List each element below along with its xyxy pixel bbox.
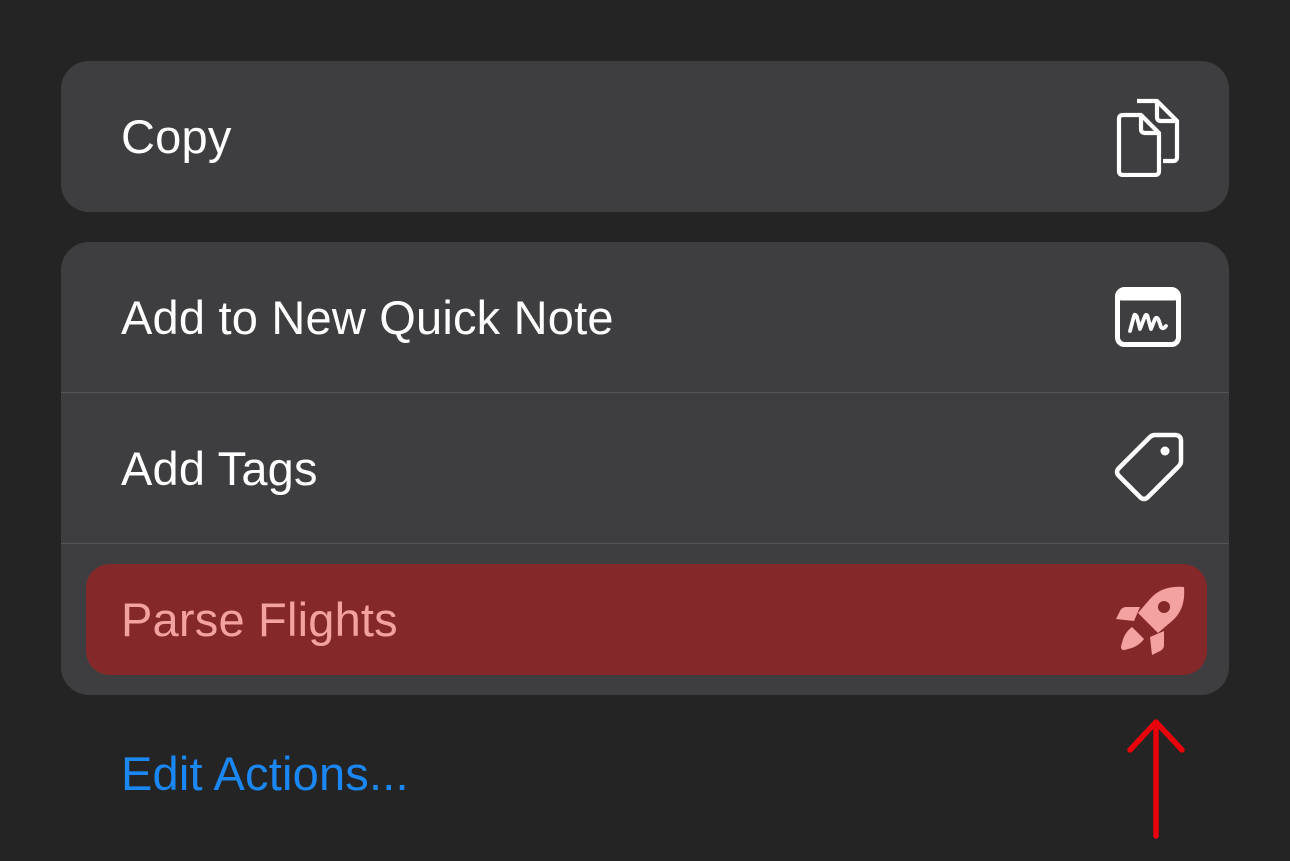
menu-item-copy[interactable]: Copy — [61, 61, 1229, 211]
actions-group: Add to New Quick Note Add Tags Parse Fli… — [61, 242, 1229, 695]
edit-actions-link[interactable]: Edit Actions... — [121, 746, 409, 801]
menu-item-parse-flights[interactable]: Parse Flights — [86, 564, 1207, 675]
red-up-arrow-icon — [1127, 719, 1185, 839]
menu-item-add-tags-label: Add Tags — [121, 441, 318, 495]
doc-on-doc-icon — [1111, 98, 1185, 177]
menu-item-parse-flights-label: Parse Flights — [121, 593, 398, 646]
rocket-icon — [1114, 583, 1188, 657]
menu-item-add-tags[interactable]: Add Tags — [61, 393, 1229, 543]
menu-item-add-to-new-quick-note[interactable]: Add to New Quick Note — [61, 242, 1229, 392]
menu-item-quick-note-label: Add to New Quick Note — [121, 290, 614, 344]
quick-note-icon — [1111, 280, 1185, 354]
menu-item-copy-label: Copy — [121, 109, 232, 163]
divider — [61, 543, 1229, 544]
copy-group: Copy — [61, 61, 1229, 212]
tag-icon — [1111, 431, 1185, 505]
